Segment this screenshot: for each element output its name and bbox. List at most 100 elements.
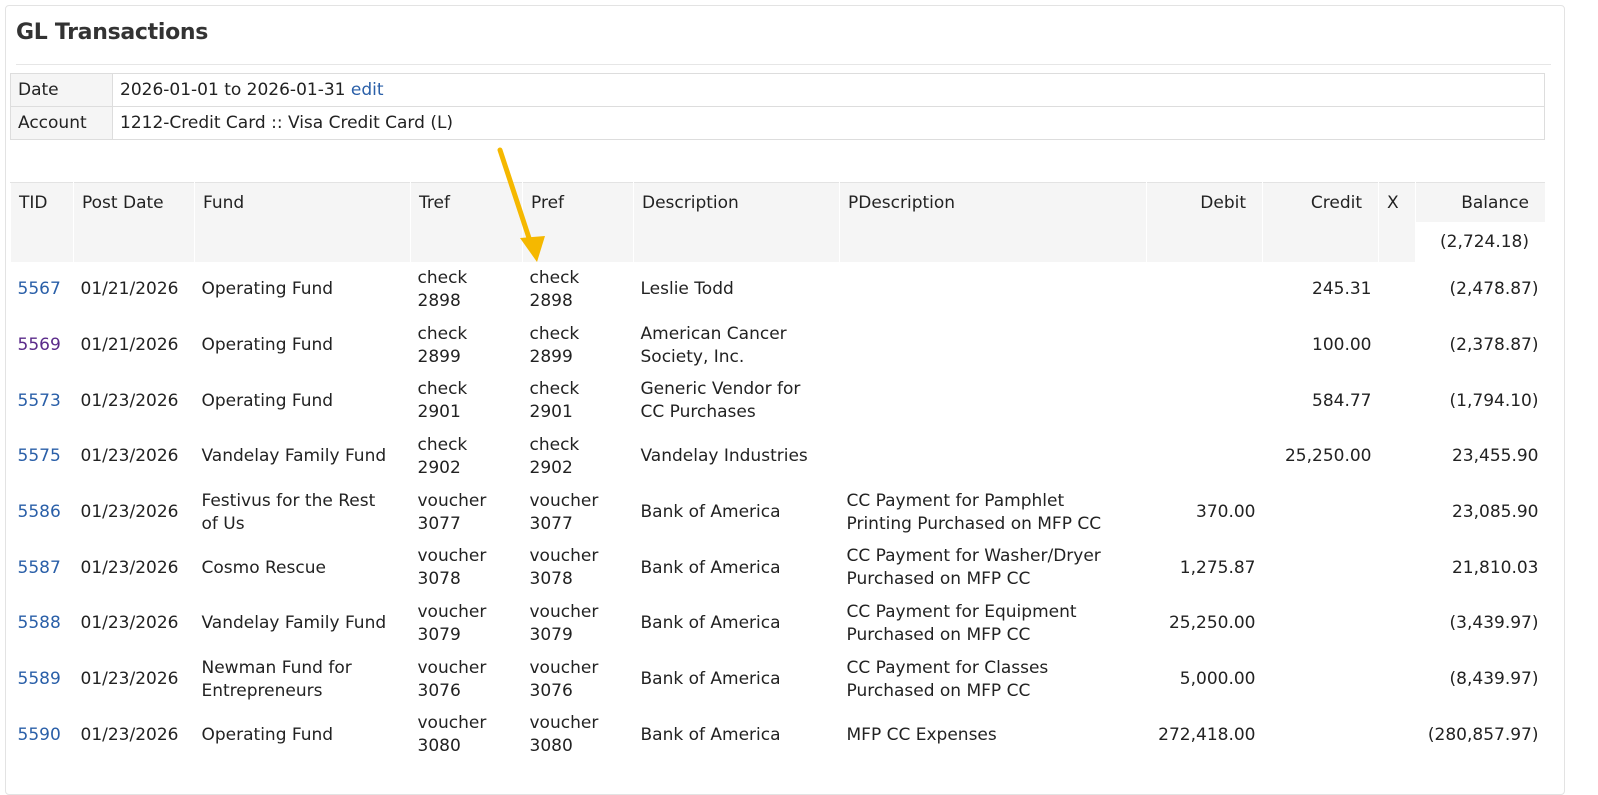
description-cell: American Cancer Society, Inc. bbox=[634, 318, 840, 374]
credit-cell: 100.00 bbox=[1312, 335, 1372, 356]
col-header-description[interactable]: Description bbox=[633, 182, 840, 222]
col-header-tid[interactable]: TID bbox=[10, 182, 74, 222]
col-header-credit[interactable]: Credit bbox=[1262, 182, 1379, 222]
transaction-id-link[interactable]: 5590 bbox=[18, 725, 61, 745]
table-row: 5588 01/23/2026 Vandelay Family Fund vouche… bbox=[11, 596, 1546, 652]
pref-cell: voucher 3080 bbox=[523, 708, 634, 764]
tref-cell: voucher 3076 bbox=[411, 652, 523, 708]
table-row: 5589 01/23/2026 Newman Fund for Entrepreneu… bbox=[11, 652, 1546, 708]
pdescription-line: Printing Purchased on MFP CC bbox=[846, 513, 1102, 534]
credit-cell: 245.31 bbox=[1312, 279, 1372, 300]
tref-cell: voucher 3079 bbox=[411, 596, 523, 652]
tref-line: 3080 bbox=[417, 736, 461, 757]
table-row: 5573 01/23/2026 Operating Fund check 2901 che… bbox=[11, 373, 1546, 429]
fund-line: of Us bbox=[201, 513, 245, 534]
tref-line: 3078 bbox=[417, 569, 461, 590]
credit-cell bbox=[1263, 652, 1379, 708]
date-label: Date bbox=[10, 73, 113, 107]
pdescription-cell bbox=[840, 318, 1147, 374]
post-date-cell: 01/23/2026 bbox=[80, 613, 179, 634]
x-cell bbox=[1379, 485, 1416, 541]
fund-cell: Vandelay Family Fund bbox=[195, 429, 411, 485]
tref-line: voucher bbox=[417, 601, 487, 622]
fund-line: Newman Fund for bbox=[201, 657, 352, 678]
date-value-cell: 2026-01-01 to 2026-01-31 edit bbox=[112, 73, 1545, 107]
credit-cell bbox=[1263, 540, 1379, 596]
debit-cell bbox=[1147, 429, 1263, 485]
transaction-id-link[interactable]: 5588 bbox=[18, 613, 61, 633]
table-header-row: TID Post Date Fund Tref Pref Description… bbox=[10, 182, 1546, 222]
description-line: CC Purchases bbox=[640, 402, 756, 423]
pref-line: 3079 bbox=[529, 624, 573, 645]
debit-cell bbox=[1147, 318, 1263, 374]
tref-line: 3079 bbox=[417, 624, 461, 645]
tid-cell: 5569 bbox=[11, 318, 74, 374]
col-header-x[interactable]: X bbox=[1378, 182, 1416, 222]
col-header-debit[interactable]: Debit bbox=[1146, 182, 1263, 222]
pref-cell: voucher 3077 bbox=[523, 485, 634, 541]
col-header-pdescription[interactable]: PDescription bbox=[839, 182, 1147, 222]
pdescription-cell bbox=[840, 262, 1147, 318]
debit-cell: 272,418.00 bbox=[1158, 724, 1256, 745]
fund-line: Operating Fund bbox=[201, 335, 334, 356]
post-date-cell: 01/23/2026 bbox=[80, 446, 179, 467]
pref-line: check bbox=[529, 379, 580, 400]
tid-cell: 5575 bbox=[11, 429, 74, 485]
balance-cell: 21,810.03 bbox=[1451, 557, 1539, 578]
description-line: Bank of America bbox=[640, 669, 781, 690]
tref-cell: check 2901 bbox=[411, 373, 523, 429]
pdescription-line: CC Payment for Equipment bbox=[846, 601, 1077, 622]
transaction-id-link[interactable]: 5569 bbox=[18, 335, 61, 355]
table-row: 5575 01/23/2026 Vandelay Family Fund check 2… bbox=[11, 429, 1546, 485]
credit-cell bbox=[1263, 708, 1379, 764]
col-header-balance[interactable]: Balance bbox=[1415, 182, 1546, 222]
pref-line: voucher bbox=[529, 490, 599, 511]
transaction-id-link[interactable]: 5586 bbox=[18, 502, 61, 522]
transaction-id-link[interactable]: 5573 bbox=[18, 391, 61, 411]
description-line: Bank of America bbox=[640, 613, 781, 634]
debit-cell: 370.00 bbox=[1196, 502, 1256, 523]
fund-cell: Vandelay Family Fund bbox=[195, 596, 411, 652]
tid-cell: 5588 bbox=[11, 596, 74, 652]
pref-line: 2898 bbox=[529, 290, 573, 311]
col-header-fund[interactable]: Fund bbox=[194, 182, 411, 222]
col-header-tref[interactable]: Tref bbox=[410, 182, 523, 222]
transaction-id-link[interactable]: 5587 bbox=[18, 558, 61, 578]
x-cell bbox=[1379, 318, 1416, 374]
x-cell bbox=[1379, 596, 1416, 652]
debit-cell: 25,250.00 bbox=[1168, 613, 1256, 634]
tid-cell: 5586 bbox=[11, 485, 74, 541]
description-cell: Generic Vendor for CC Purchases bbox=[634, 373, 840, 429]
edit-date-link[interactable]: edit bbox=[351, 80, 384, 100]
pref-line: 3077 bbox=[529, 513, 573, 534]
tref-line: 2901 bbox=[417, 402, 461, 423]
description-cell: Vandelay Industries bbox=[634, 429, 840, 485]
tref-cell: voucher 3077 bbox=[411, 485, 523, 541]
pref-cell: check 2901 bbox=[523, 373, 634, 429]
description-line: American Cancer bbox=[640, 323, 787, 344]
pref-line: check bbox=[529, 267, 580, 288]
post-date-cell: 01/23/2026 bbox=[80, 502, 179, 523]
pdescription-cell: CC Payment for Washer/Dryer Purchased on … bbox=[840, 540, 1147, 596]
transaction-id-link[interactable]: 5589 bbox=[18, 669, 61, 689]
pref-line: 3076 bbox=[529, 680, 573, 701]
col-header-post-date[interactable]: Post Date bbox=[73, 182, 195, 222]
post-date-cell: 01/23/2026 bbox=[80, 724, 179, 745]
tref-line: 2898 bbox=[417, 290, 461, 311]
transaction-id-link[interactable]: 5575 bbox=[18, 446, 61, 466]
pdescription-cell: CC Payment for Equipment Purchased on MFP… bbox=[840, 596, 1147, 652]
tref-cell: check 2899 bbox=[411, 318, 523, 374]
pref-cell: check 2899 bbox=[523, 318, 634, 374]
credit-cell bbox=[1263, 485, 1379, 541]
fund-line: Operating Fund bbox=[201, 390, 334, 411]
pdescription-line: Purchased on MFP CC bbox=[846, 680, 1031, 701]
pref-cell: voucher 3078 bbox=[523, 540, 634, 596]
pdescription-line: MFP CC Expenses bbox=[846, 724, 997, 745]
table-row: 5586 01/23/2026 Festivus for the Rest of Us… bbox=[11, 485, 1546, 541]
pref-line: voucher bbox=[529, 546, 599, 567]
balance-cell: (280,857.97) bbox=[1427, 724, 1539, 745]
transaction-id-link[interactable]: 5567 bbox=[18, 279, 61, 299]
col-header-pref[interactable]: Pref bbox=[522, 182, 634, 222]
debit-cell bbox=[1147, 262, 1263, 318]
post-date-cell: 01/23/2026 bbox=[80, 557, 179, 578]
